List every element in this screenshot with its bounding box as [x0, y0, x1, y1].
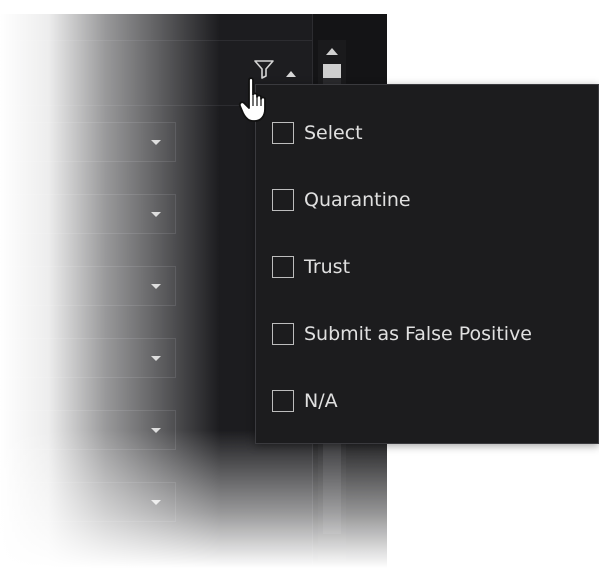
option-label: Quarantine	[304, 189, 411, 211]
action-dropdown[interactable]	[0, 482, 176, 522]
chevron-down-icon	[151, 140, 161, 145]
chevron-down-icon	[151, 356, 161, 361]
hand-pointer-cursor	[238, 77, 266, 122]
filter-option-quarantine[interactable]: Quarantine	[272, 186, 411, 214]
filter-dropdown-menu: Select Quarantine Trust Submit as False …	[255, 84, 599, 444]
chevron-down-icon	[151, 428, 161, 433]
chevron-down-icon	[151, 212, 161, 217]
option-label: Select	[304, 122, 363, 144]
checkbox[interactable]	[272, 323, 294, 345]
action-dropdown[interactable]	[0, 122, 176, 162]
option-label: Trust	[304, 256, 351, 278]
filter-option-select[interactable]: Select	[272, 119, 363, 147]
filter-option-trust[interactable]: Trust	[272, 253, 350, 281]
action-dropdown[interactable]	[0, 266, 176, 306]
checkbox[interactable]	[272, 256, 294, 278]
action-dropdown[interactable]	[0, 410, 176, 450]
checkbox[interactable]	[272, 189, 294, 211]
scroll-up-arrow[interactable]	[326, 48, 338, 55]
option-label: N/A	[304, 390, 338, 412]
checkbox[interactable]	[272, 390, 294, 412]
filter-option-submit-false-positive[interactable]: Submit as False Positive	[272, 320, 532, 348]
chevron-down-icon	[151, 500, 161, 505]
filter-option-na[interactable]: N/A	[272, 387, 338, 415]
chevron-down-icon	[151, 284, 161, 289]
sort-ascending-icon[interactable]	[286, 71, 296, 77]
app-screenshot: Select Quarantine Trust Submit as False …	[0, 0, 599, 568]
checkbox[interactable]	[272, 122, 294, 144]
action-dropdown[interactable]	[0, 338, 176, 378]
scroll-thumb[interactable]	[323, 64, 341, 78]
option-label: Submit as False Positive	[304, 323, 532, 345]
action-dropdown[interactable]	[0, 194, 176, 234]
